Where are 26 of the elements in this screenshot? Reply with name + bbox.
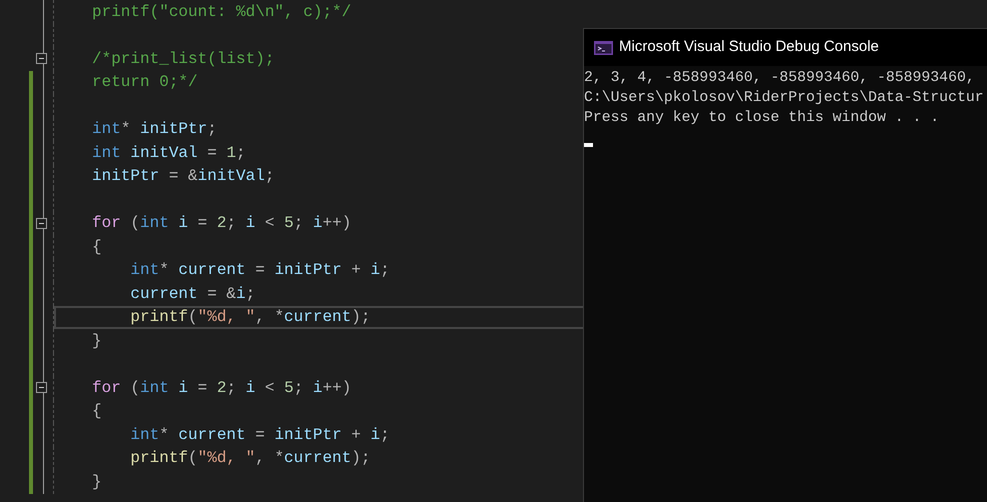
- window-title: Microsoft Visual Studio Debug Console: [619, 37, 879, 58]
- code-line: int* current = initPtr + i;: [129, 424, 390, 446]
- code-line: for (int i = 2; i < 5; i++): [92, 378, 352, 399]
- code-line: int* current = initPtr + i;: [129, 260, 390, 282]
- code-line: initPtr = &initVal;: [92, 166, 274, 188]
- code-line: {: [92, 236, 102, 258]
- code-line: int initVal = 1;: [92, 142, 246, 164]
- code-line: for (int i = 2; i < 5; i++): [92, 213, 352, 234]
- code-line: printf("count: %d\n", c);*/: [92, 2, 352, 23]
- collapse-icon[interactable]: [36, 53, 47, 64]
- code-line: /*print_list(list);: [92, 48, 274, 70]
- text-cursor: [584, 143, 593, 147]
- code-line: printf("%d, ", *current);: [129, 448, 370, 470]
- code-line: return 0;*/: [92, 72, 198, 94]
- collapse-icon[interactable]: [36, 382, 47, 394]
- code-line: printf("%d, ", *current);: [129, 307, 370, 328]
- console-app-icon: [594, 40, 613, 54]
- console-output-line: Press any key to close this window . . .: [584, 109, 940, 128]
- console-output-line: 2, 3, 4, -858993460, -858993460, -858993460,: [584, 69, 976, 88]
- console-output-line: C:\Users\pkolosov\RiderProjects\Data-Structur: [584, 89, 985, 108]
- code-line: int* initPtr;: [92, 119, 217, 140]
- code-line: }: [92, 472, 102, 493]
- code-line: }: [92, 330, 102, 352]
- code-line: {: [92, 401, 102, 422]
- collapse-icon[interactable]: [36, 218, 47, 229]
- code-line: current = &i;: [129, 284, 256, 305]
